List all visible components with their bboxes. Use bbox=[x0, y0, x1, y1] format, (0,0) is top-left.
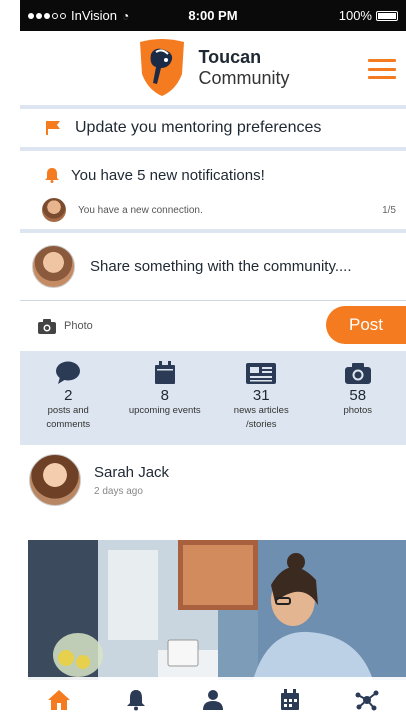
calendar-icon bbox=[154, 361, 175, 384]
tab-events[interactable] bbox=[268, 680, 312, 720]
app-subtitle: Community bbox=[198, 68, 290, 88]
home-icon bbox=[47, 690, 70, 710]
stat-value: 31 bbox=[252, 387, 270, 404]
post-timestamp: 2 days ago bbox=[94, 485, 143, 497]
tab-home[interactable] bbox=[37, 680, 81, 720]
tab-notifications[interactable] bbox=[114, 680, 158, 720]
stat-value: 8 bbox=[160, 387, 169, 404]
post-button[interactable]: Post bbox=[326, 306, 406, 344]
network-icon bbox=[355, 690, 379, 711]
share-composer[interactable]: Share something with the community.... bbox=[20, 233, 406, 301]
share-input[interactable]: Share something with the community.... bbox=[90, 258, 352, 275]
battery-percent: 100% bbox=[338, 8, 372, 23]
flag-icon bbox=[46, 121, 60, 135]
stat-news[interactable]: 31 news articles /stories bbox=[221, 361, 301, 445]
notifications-row[interactable]: You have 5 new notifications! bbox=[20, 151, 406, 191]
status-time: 8:00 PM bbox=[188, 8, 238, 23]
battery-icon bbox=[375, 10, 398, 21]
tab-profile[interactable] bbox=[191, 680, 235, 720]
toucan-logo-icon bbox=[140, 39, 185, 96]
app-title: Toucan bbox=[198, 47, 262, 68]
app-header: Toucan Community bbox=[20, 31, 406, 109]
stat-value: 58 bbox=[349, 387, 367, 404]
calendar-icon bbox=[281, 689, 300, 710]
post-photo[interactable] bbox=[28, 540, 406, 680]
stat-label: news articles /stories bbox=[233, 405, 289, 430]
composer-actions: Photo Post bbox=[20, 301, 406, 351]
status-bar: InVision ◔ 8:00 PM 100% bbox=[20, 0, 406, 31]
tab-network[interactable] bbox=[345, 680, 389, 720]
bell-icon bbox=[45, 168, 59, 183]
stats-panel: 2 posts and comments 8 upcoming events 3… bbox=[20, 351, 406, 445]
stat-value: 2 bbox=[64, 387, 73, 404]
photo-label[interactable]: Photo bbox=[64, 320, 93, 332]
mentoring-preferences-row[interactable]: Update you mentoring preferences bbox=[20, 109, 406, 151]
notification-item[interactable]: You have a new connection. 1/5 bbox=[20, 191, 406, 233]
stat-events[interactable]: 8 upcoming events bbox=[125, 361, 205, 445]
post-header[interactable]: Sarah Jack 2 days ago bbox=[20, 445, 406, 515]
stat-photos[interactable]: 58 photos bbox=[318, 361, 398, 445]
bell-icon bbox=[126, 690, 145, 711]
hamburger-menu-icon[interactable] bbox=[368, 59, 396, 79]
stat-label: posts and comments bbox=[46, 405, 91, 430]
avatar bbox=[42, 198, 66, 222]
avatar[interactable] bbox=[29, 454, 81, 506]
notifications-label: You have 5 new notifications! bbox=[71, 166, 265, 184]
carrier-label: InVision bbox=[71, 8, 118, 23]
notification-text: You have a new connection. bbox=[78, 204, 203, 216]
avatar bbox=[32, 245, 75, 288]
app-screen: InVision ◔ 8:00 PM 100% Toucan Community bbox=[20, 0, 406, 723]
newspaper-icon bbox=[246, 363, 277, 384]
camera-icon bbox=[344, 363, 371, 384]
stat-posts[interactable]: 2 posts and comments bbox=[28, 361, 108, 445]
mentoring-label: Update you mentoring preferences bbox=[75, 119, 322, 136]
status-right: 100% bbox=[275, 8, 398, 23]
wifi-icon: ◔ bbox=[122, 8, 130, 23]
stat-label: upcoming events bbox=[128, 405, 201, 416]
signal-icon bbox=[28, 12, 66, 19]
status-left: InVision ◔ bbox=[28, 8, 151, 23]
notification-pager: 1/5 bbox=[382, 204, 396, 216]
stat-label: photos bbox=[343, 405, 373, 416]
post-author[interactable]: Sarah Jack bbox=[94, 464, 169, 481]
comment-icon bbox=[56, 361, 81, 384]
person-icon bbox=[202, 690, 223, 710]
tab-bar bbox=[20, 677, 406, 723]
app-logo: Toucan Community bbox=[136, 38, 290, 98]
camera-icon[interactable] bbox=[38, 318, 56, 334]
